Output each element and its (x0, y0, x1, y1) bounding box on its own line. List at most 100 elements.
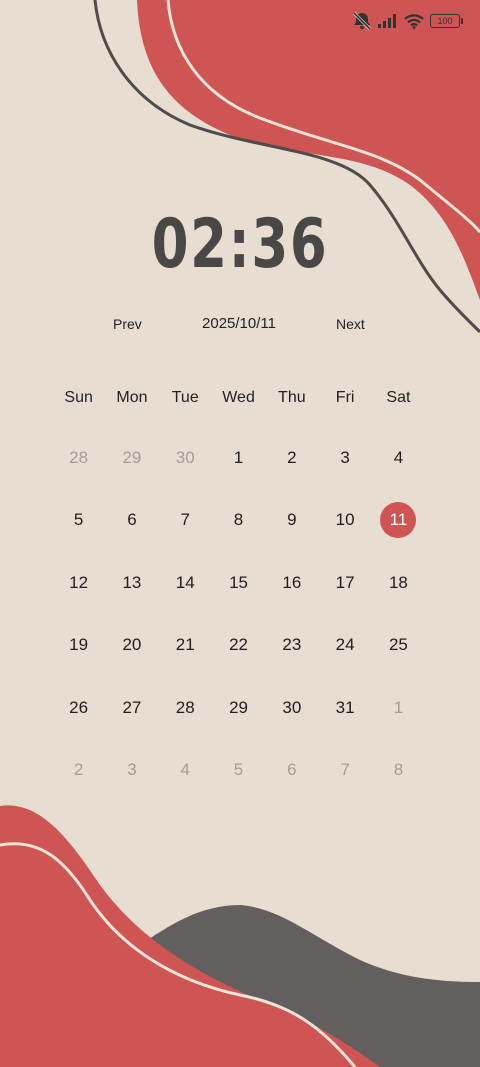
day-number: 25 (388, 635, 408, 655)
day-number: 15 (229, 572, 248, 592)
calendar-day[interactable]: 2 (52, 752, 105, 814)
day-number: 7 (180, 510, 190, 530)
calendar-day[interactable]: 7 (159, 502, 212, 564)
calendar-day[interactable]: 28 (52, 440, 105, 502)
battery-icon: 100 (430, 14, 463, 28)
calendar-day[interactable]: 21 (159, 627, 212, 689)
calendar-day[interactable]: 25 (372, 627, 425, 689)
day-number: 30 (175, 448, 195, 467)
current-date-label: 2025/10/11 (202, 315, 276, 332)
day-number: 29 (229, 697, 248, 717)
day-number: 6 (287, 759, 297, 779)
calendar-day[interactable]: 15 (212, 565, 265, 627)
day-number: 13 (122, 572, 142, 592)
calendar-day[interactable]: 17 (318, 565, 371, 627)
calendar-day[interactable]: 30 (265, 690, 318, 752)
calendar-day[interactable]: 3 (105, 752, 158, 814)
calendar-day[interactable]: 29 (212, 690, 265, 752)
calendar-day[interactable]: 4 (159, 752, 212, 814)
calendar-day[interactable]: 22 (212, 627, 265, 689)
day-number: 6 (127, 510, 137, 530)
day-number: 5 (73, 510, 84, 530)
calendar-day[interactable]: 28 (159, 690, 212, 752)
calendar-day[interactable]: 18 (372, 565, 425, 627)
weekday-label: Fri (335, 389, 355, 406)
calendar-day[interactable]: 1 (372, 690, 425, 752)
calendar-day[interactable]: 27 (105, 690, 158, 752)
day-number: 21 (175, 635, 195, 655)
calendar-day[interactable]: 6 (105, 502, 158, 564)
weekday-label: Sat (386, 389, 411, 406)
weekday-label: Thu (278, 389, 306, 406)
calendar-day[interactable]: 3 (318, 440, 371, 502)
day-number: 9 (287, 510, 297, 530)
day-number: 27 (122, 697, 142, 717)
status-bar: 100 (352, 10, 463, 32)
day-number: 1 (233, 448, 244, 467)
calendar-day[interactable]: 13 (105, 565, 158, 627)
day-number: 16 (282, 572, 302, 592)
weekday-label: Sun (64, 389, 93, 406)
calendar-day[interactable]: 29 (105, 440, 158, 502)
day-number: 8 (233, 510, 244, 530)
signal-icon (378, 14, 396, 28)
calendar-day[interactable]: 8 (212, 502, 265, 564)
weekday-label: Tue (171, 389, 199, 406)
calendar-day[interactable]: 7 (318, 752, 371, 814)
month-navigation: Prev 2025/10/11 Next (0, 314, 480, 336)
day-number: 20 (122, 635, 142, 655)
calendar-day[interactable]: 23 (265, 627, 318, 689)
day-number: 14 (175, 572, 195, 592)
day-number: 4 (393, 448, 404, 467)
calendar-day[interactable]: 8 (372, 752, 425, 814)
calendar-day[interactable]: 24 (318, 627, 371, 689)
day-number: 23 (282, 635, 302, 655)
calendar-day[interactable]: 10 (318, 502, 371, 564)
calendar-day[interactable]: 9 (265, 502, 318, 564)
weekday-label: Wed (222, 389, 255, 406)
day-number: 8 (393, 759, 404, 779)
day-number: 5 (233, 759, 244, 779)
battery-level: 100 (437, 16, 453, 26)
day-number: 31 (335, 697, 355, 717)
clock-time: 02:36 (151, 205, 329, 284)
day-number: 11 (380, 502, 417, 539)
day-number: 30 (282, 697, 302, 717)
day-number: 1 (393, 697, 404, 717)
day-number: 12 (69, 572, 89, 592)
day-number: 10 (335, 510, 355, 530)
day-number: 28 (175, 697, 195, 717)
calendar-day[interactable]: 20 (105, 627, 158, 689)
lock-screen-calendar: 100 02:36 Prev 2025/10/11 Next Sun Mon T… (0, 0, 480, 1067)
calendar-day[interactable]: 26 (52, 690, 105, 752)
day-number: 3 (340, 448, 350, 467)
calendar-day[interactable]: 2 (265, 440, 318, 502)
calendar-day[interactable]: 4 (372, 440, 425, 502)
calendar-day[interactable]: 31 (318, 690, 371, 752)
calendar-day[interactable]: 5 (212, 752, 265, 814)
day-number: 22 (229, 635, 248, 655)
calendar-day[interactable]: 19 (52, 627, 105, 689)
day-number: 28 (69, 448, 89, 467)
weekday-header: Sun Mon Tue Wed Thu Fri Sat (52, 389, 452, 407)
day-number: 17 (335, 572, 355, 592)
day-number: 26 (69, 697, 89, 717)
day-number: 3 (127, 759, 137, 779)
calendar-day-selected[interactable]: 11 (372, 502, 425, 564)
wifi-icon (404, 13, 424, 29)
next-button[interactable]: Next (336, 316, 365, 332)
day-number: 2 (73, 759, 84, 779)
calendar-day[interactable]: 12 (52, 565, 105, 627)
mute-icon (352, 12, 372, 30)
calendar-day[interactable]: 16 (265, 565, 318, 627)
calendar-day[interactable]: 5 (52, 502, 105, 564)
day-number: 19 (69, 635, 89, 655)
calendar-day[interactable]: 14 (159, 565, 212, 627)
calendar-day[interactable]: 30 (159, 440, 212, 502)
day-number: 7 (340, 759, 350, 779)
day-number: 29 (122, 448, 142, 467)
day-number: 2 (287, 448, 297, 467)
calendar-day[interactable]: 6 (265, 752, 318, 814)
weekday-label: Mon (116, 389, 148, 406)
calendar-day[interactable]: 1 (212, 440, 265, 502)
